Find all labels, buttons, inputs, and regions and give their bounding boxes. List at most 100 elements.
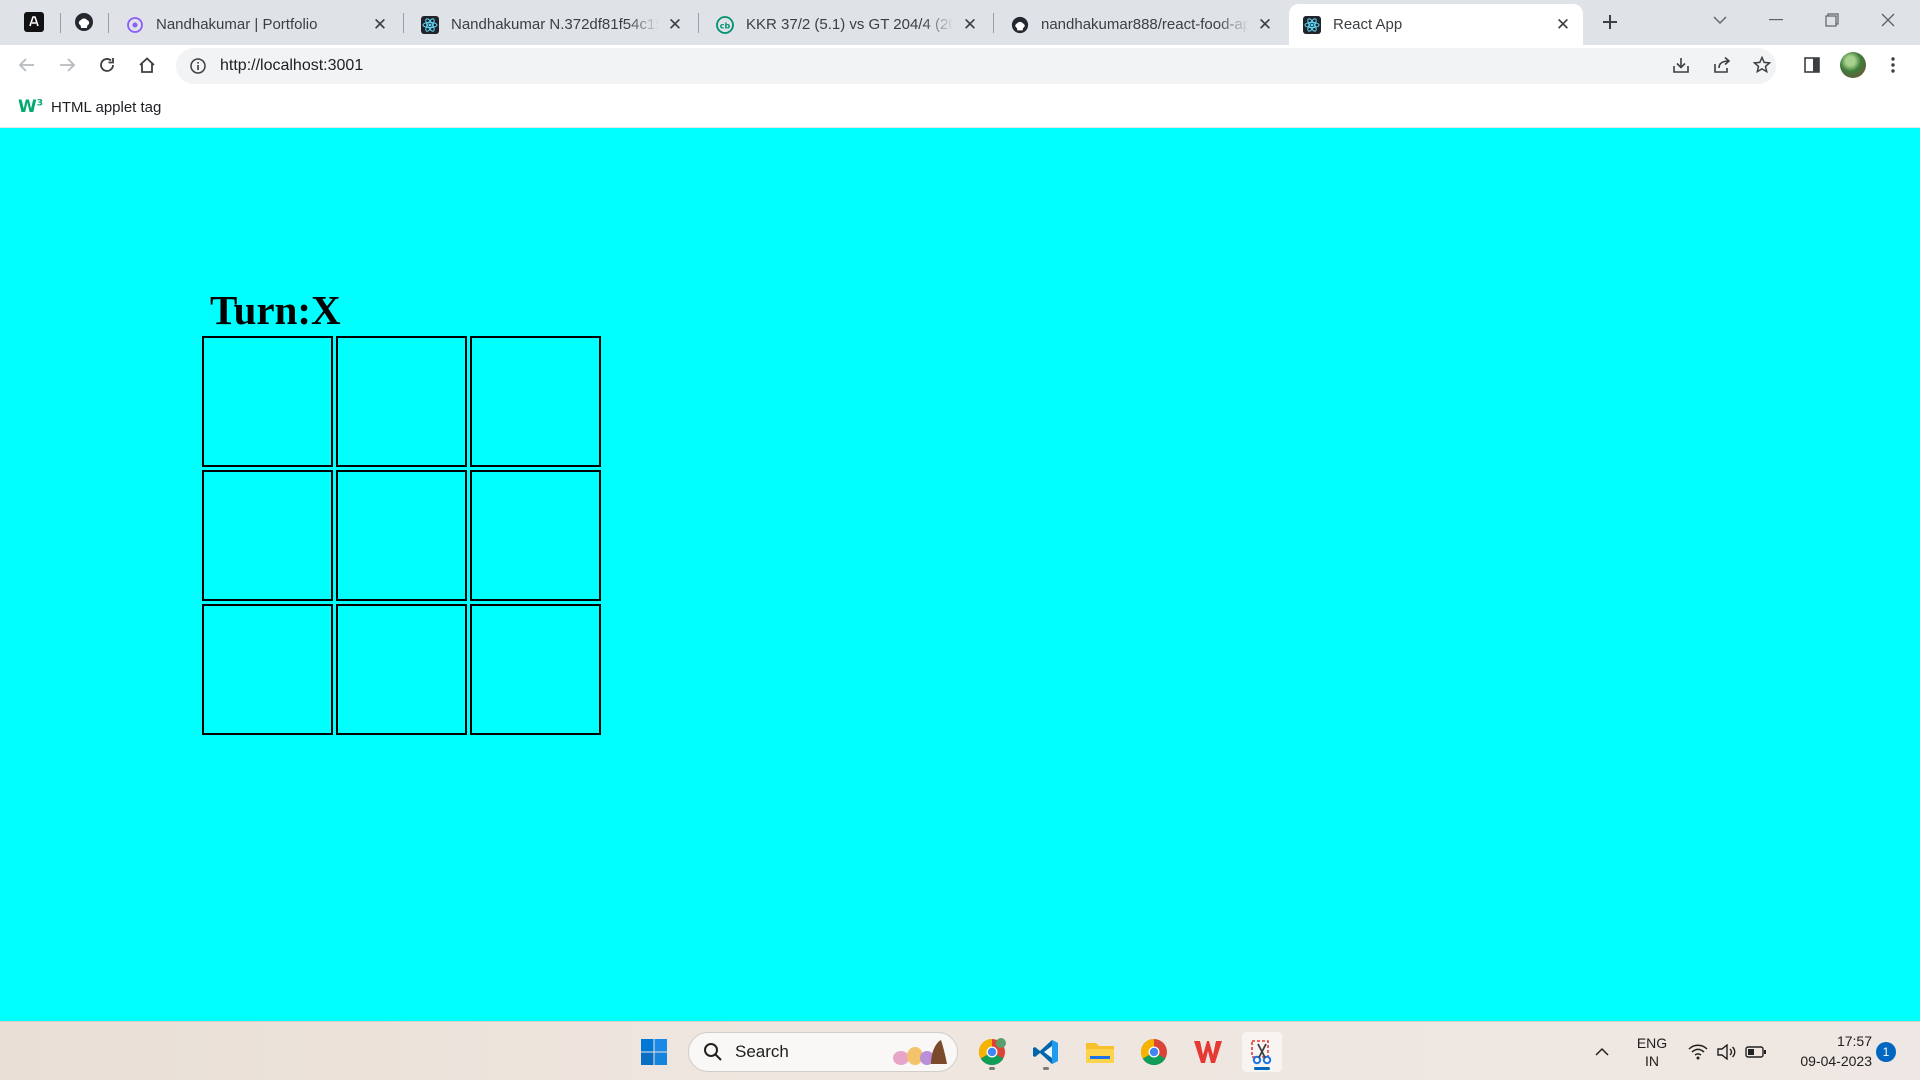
tab-separator	[60, 13, 61, 33]
chrome-icon	[1140, 1038, 1167, 1066]
volume-status[interactable]	[1712, 1022, 1740, 1080]
board-cell[interactable]	[470, 336, 601, 467]
clock-date: 09-04-2023	[1800, 1053, 1872, 1069]
tab-github-repo[interactable]: nandhakumar888/react-food-app ✕	[997, 4, 1285, 45]
start-button[interactable]	[634, 1032, 674, 1072]
taskbar-vscode[interactable]	[1026, 1032, 1066, 1072]
tab-react-app[interactable]: React App ✕	[1289, 4, 1583, 45]
cricbuzz-icon: cb	[716, 15, 734, 34]
browser-toolbar: http://localhost:3001	[0, 45, 1920, 86]
more-vertical-icon	[1891, 57, 1895, 73]
minimize-icon	[1769, 19, 1783, 21]
board-cell[interactable]	[202, 604, 333, 735]
tab-search-button[interactable]	[1692, 0, 1748, 40]
arrow-left-icon	[18, 58, 34, 72]
bookmarks-bar: W3 HTML applet tag	[0, 86, 1920, 128]
site-info-icon[interactable]	[188, 56, 208, 76]
board-cell[interactable]	[336, 604, 467, 735]
side-panel-button[interactable]	[1797, 50, 1827, 80]
taskbar-wps-office[interactable]	[1188, 1032, 1228, 1072]
turn-indicator: Turn:X	[210, 287, 341, 333]
battery-status[interactable]	[1742, 1022, 1770, 1080]
active-indicator	[1254, 1067, 1270, 1070]
tab-separator	[993, 13, 994, 33]
address-bar[interactable]: http://localhost:3001	[176, 48, 1776, 84]
profile-avatar[interactable]	[1840, 52, 1866, 78]
notification-badge[interactable]: 1	[1876, 1042, 1896, 1062]
star-icon	[1753, 56, 1771, 74]
show-hidden-icons-button[interactable]	[1588, 1022, 1616, 1080]
taskbar-clock[interactable]: 17:57 09-04-2023	[1772, 1031, 1872, 1071]
language-region: IN	[1645, 1052, 1659, 1069]
tab-title: Nandhakumar | Portfolio	[156, 16, 318, 33]
chevron-down-icon	[1713, 16, 1727, 24]
board-cell[interactable]	[470, 470, 601, 601]
input-language-indicator[interactable]: ENG IN	[1630, 1022, 1674, 1080]
close-icon[interactable]: ✕	[667, 16, 683, 33]
running-indicator	[1043, 1067, 1049, 1070]
browser-tab-strip: Nandhakumar | Portfolio ✕ Nandhakumar N.…	[0, 0, 1920, 45]
tab-title: Nandhakumar N.372df81f54c15	[451, 16, 659, 33]
battery-icon	[1745, 1045, 1766, 1058]
restore-button[interactable]	[1804, 0, 1860, 40]
board-cell[interactable]	[470, 604, 601, 735]
close-icon[interactable]: ✕	[1257, 16, 1273, 33]
github-icon	[75, 13, 93, 31]
minimize-button[interactable]	[1748, 0, 1804, 40]
portfolio-icon	[126, 16, 144, 34]
taskbar-search[interactable]: Search	[688, 1032, 958, 1072]
search-label: Search	[735, 1042, 789, 1061]
close-window-button[interactable]	[1860, 0, 1916, 40]
wifi-icon	[1688, 1044, 1708, 1059]
wifi-status[interactable]	[1684, 1022, 1712, 1080]
reload-button[interactable]	[91, 49, 123, 81]
plus-icon	[1603, 15, 1617, 29]
svg-text:cb: cb	[720, 21, 731, 30]
board-cell[interactable]	[336, 336, 467, 467]
tab-title: nandhakumar888/react-food-app	[1041, 16, 1249, 33]
side-panel-icon	[1804, 57, 1820, 73]
share-button[interactable]	[1707, 50, 1737, 80]
taskbar-chrome[interactable]	[1134, 1032, 1174, 1072]
pinned-tab-github[interactable]	[64, 6, 104, 38]
bookmark-html-applet-tag[interactable]: W3 HTML applet tag	[18, 97, 161, 117]
clock-time: 17:57	[1836, 1033, 1872, 1049]
new-tab-button[interactable]	[1594, 8, 1626, 36]
install-app-button[interactable]	[1666, 50, 1696, 80]
install-icon	[1673, 58, 1689, 73]
tab-cricket-score[interactable]: cb KKR 37/2 (5.1) vs GT 204/4 (20) ( ✕	[702, 4, 990, 45]
close-icon	[1881, 13, 1895, 27]
taskbar-file-explorer[interactable]	[1080, 1032, 1120, 1072]
running-indicator	[989, 1067, 995, 1070]
close-icon[interactable]: ✕	[372, 16, 388, 33]
taskbar: Search ENG IN 17:57 09-04-2023 1	[0, 1021, 1920, 1080]
tab-resume[interactable]: Nandhakumar N.372df81f54c15 ✕	[407, 4, 695, 45]
board-cell[interactable]	[202, 336, 333, 467]
github-icon	[1011, 16, 1029, 34]
back-button[interactable]	[11, 49, 43, 81]
tab-portfolio[interactable]: Nandhakumar | Portfolio ✕	[112, 4, 400, 45]
close-icon[interactable]: ✕	[1555, 16, 1571, 33]
close-icon[interactable]: ✕	[962, 16, 978, 33]
chevron-up-icon	[1595, 1047, 1609, 1056]
tab-title: React App	[1333, 16, 1403, 33]
home-button[interactable]	[131, 49, 163, 81]
chrome-icon	[978, 1038, 1006, 1066]
windows-logo-icon	[641, 1039, 667, 1065]
tab-separator	[698, 13, 699, 33]
bookmark-label: HTML applet tag	[51, 98, 162, 116]
search-icon	[704, 1043, 722, 1061]
bookmark-star-button[interactable]	[1747, 50, 1777, 80]
arrow-right-icon	[60, 58, 76, 72]
pinned-tab-codeforces[interactable]	[14, 6, 54, 38]
share-icon	[1714, 56, 1731, 73]
taskbar-snipping-tool[interactable]	[1242, 1032, 1282, 1072]
taskbar-chrome-profile[interactable]	[972, 1032, 1012, 1072]
board-cell[interactable]	[336, 470, 467, 601]
easter-eggs-icon	[893, 1040, 947, 1065]
tic-tac-toe-board	[202, 336, 602, 736]
forward-button[interactable]	[51, 49, 83, 81]
snipping-tool-icon	[1251, 1040, 1272, 1065]
browser-menu-button[interactable]	[1878, 50, 1908, 80]
board-cell[interactable]	[202, 470, 333, 601]
